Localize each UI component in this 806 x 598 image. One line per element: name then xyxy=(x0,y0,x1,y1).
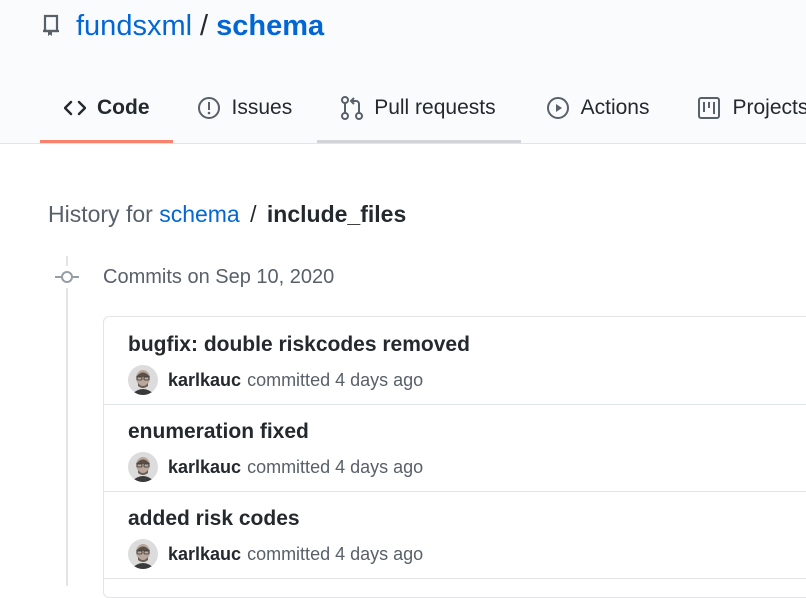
tab-actions-label: Actions xyxy=(580,96,650,119)
repo-nav-tabs: Code Issues Pull requests Actions Projec… xyxy=(40,76,806,143)
commit-message-link[interactable]: enumeration fixed xyxy=(128,418,309,446)
commit-author-link[interactable]: karlkauc xyxy=(168,370,241,391)
repo-icon xyxy=(42,14,62,38)
play-icon xyxy=(546,96,570,120)
tab-code[interactable]: Code xyxy=(40,76,173,143)
tab-projects[interactable]: Projects xyxy=(673,76,806,143)
repo-title-separator: / xyxy=(200,10,209,42)
breadcrumb-path: include_files xyxy=(266,201,407,227)
repo-header: fundsxml / schema Code Issues Pull reque… xyxy=(0,0,806,144)
history-prefix: History for xyxy=(48,201,153,227)
list-item: bugfix: double riskcodes removed karlkau… xyxy=(104,317,806,405)
code-icon xyxy=(64,100,86,116)
commit-meta: karlkauc committed 4 days ago xyxy=(128,539,423,569)
git-pull-request-icon xyxy=(341,96,364,120)
commit-icon xyxy=(54,266,80,288)
commit-meta: karlkauc committed 4 days ago xyxy=(128,452,423,482)
tab-pull-requests[interactable]: Pull requests xyxy=(317,76,521,143)
commit-author-link[interactable]: karlkauc xyxy=(168,544,241,565)
tab-actions[interactable]: Actions xyxy=(521,76,674,143)
tab-projects-label: Projects xyxy=(732,96,806,119)
list-item: added risk codes karlkauc committed 4 da… xyxy=(104,491,806,579)
commit-author-link[interactable]: karlkauc xyxy=(168,457,241,478)
commit-action: committed xyxy=(247,456,331,477)
repo-name-link[interactable]: schema xyxy=(216,6,324,46)
repo-owner-link[interactable]: fundsxml xyxy=(76,6,192,46)
list-item: enumeration fixed karlkauc committed 4 d… xyxy=(104,404,806,492)
repo-title: fundsxml / schema xyxy=(42,6,324,46)
tab-pull-requests-label: Pull requests xyxy=(374,96,496,119)
commit-message-link[interactable]: bugfix: double riskcodes removed xyxy=(128,331,470,359)
issue-opened-icon xyxy=(197,96,221,120)
tab-issues-label: Issues xyxy=(231,96,293,119)
tab-code-label: Code xyxy=(97,96,150,119)
commit-list: bugfix: double riskcodes removed karlkau… xyxy=(103,316,806,598)
breadcrumb-separator: / xyxy=(250,201,257,227)
commit-message-link[interactable]: added risk codes xyxy=(128,505,300,533)
commit-group-date: Commits on Sep 10, 2020 xyxy=(103,266,335,288)
avatar[interactable] xyxy=(128,365,158,395)
breadcrumb-repo-link[interactable]: schema xyxy=(159,201,240,227)
commit-action: committed xyxy=(247,369,331,390)
commit-time: 4 days ago xyxy=(335,456,424,477)
tab-issues[interactable]: Issues xyxy=(173,76,318,143)
commit-time: 4 days ago xyxy=(335,543,424,564)
project-icon xyxy=(697,96,721,120)
avatar[interactable] xyxy=(128,452,158,482)
page-title: History for schema / include_files xyxy=(48,198,406,230)
commit-action: committed xyxy=(247,543,331,564)
avatar[interactable] xyxy=(128,539,158,569)
commit-meta: karlkauc committed 4 days ago xyxy=(128,365,423,395)
commit-time: 4 days ago xyxy=(335,369,424,390)
timeline-line xyxy=(66,256,68,586)
